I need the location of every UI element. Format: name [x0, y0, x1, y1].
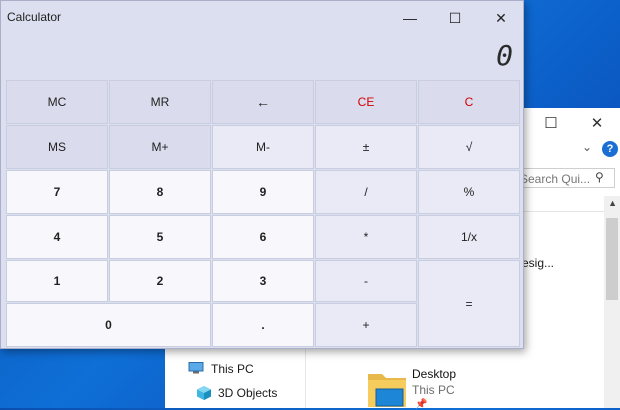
plus-button[interactable]: + [315, 303, 417, 347]
mr-button[interactable]: MR [109, 80, 211, 124]
desktop-item-subtitle: This PC [412, 383, 455, 397]
digit-4-button[interactable]: 4 [6, 215, 108, 259]
backspace-button[interactable]: ← [212, 80, 314, 124]
reciprocal-button[interactable]: 1/x [418, 215, 520, 259]
3d-objects-icon [197, 386, 211, 400]
mc-button[interactable]: MC [6, 80, 108, 124]
ms-button[interactable]: MS [6, 125, 108, 169]
digit-1-button[interactable]: 1 [6, 260, 108, 302]
negate-button[interactable]: ± [315, 125, 417, 169]
calculator-display: 0 [496, 39, 513, 72]
digit-2-button[interactable]: 2 [109, 260, 211, 302]
nav-item-this-pc[interactable]: This PC [211, 362, 254, 376]
calculator-window: Calculator — ☐ ✕ 0 MC MR ← CE C MS M+ M-… [0, 0, 524, 349]
percent-button[interactable]: % [418, 170, 520, 214]
decimal-button[interactable]: . [212, 303, 314, 347]
desktop-item-title[interactable]: Desktop [412, 367, 456, 381]
ribbon-expand-chevron-icon[interactable]: ⌄ [582, 140, 592, 154]
digit-0-button[interactable]: 0 [6, 303, 211, 347]
m-minus-button[interactable]: M- [212, 125, 314, 169]
digit-5-button[interactable]: 5 [109, 215, 211, 259]
this-pc-icon [188, 362, 204, 374]
equals-button[interactable]: = [418, 260, 520, 347]
help-icon[interactable]: ? [602, 141, 618, 157]
scrollbar-thumb[interactable] [606, 218, 618, 300]
nav-item-3d-objects[interactable]: 3D Objects [218, 386, 277, 400]
maximize-button[interactable]: ☐ [433, 5, 477, 31]
minus-button[interactable]: - [315, 260, 417, 302]
clear-button[interactable]: C [418, 80, 520, 124]
scroll-up-icon[interactable]: ▲ [608, 198, 617, 208]
search-icon[interactable]: ⚲ [595, 170, 604, 184]
content-item-text[interactable]: esig... [522, 256, 554, 270]
window-title: Calculator [7, 10, 62, 24]
explorer-maximize-button[interactable]: ☐ [537, 112, 565, 136]
ce-button[interactable]: CE [315, 80, 417, 124]
multiply-button[interactable]: * [315, 215, 417, 259]
divide-button[interactable]: / [315, 170, 417, 214]
explorer-close-button[interactable]: ✕ [583, 112, 611, 136]
m-plus-button[interactable]: M+ [109, 125, 211, 169]
minimize-button[interactable]: — [388, 5, 432, 31]
digit-6-button[interactable]: 6 [212, 215, 314, 259]
digit-8-button[interactable]: 8 [109, 170, 211, 214]
digit-7-button[interactable]: 7 [6, 170, 108, 214]
desktop-folder-icon[interactable] [367, 370, 407, 408]
digit-9-button[interactable]: 9 [212, 170, 314, 214]
pin-icon[interactable]: 📌 [415, 399, 427, 410]
square-root-button[interactable]: √ [418, 125, 520, 169]
digit-3-button[interactable]: 3 [212, 260, 314, 302]
close-button[interactable]: ✕ [479, 5, 523, 31]
